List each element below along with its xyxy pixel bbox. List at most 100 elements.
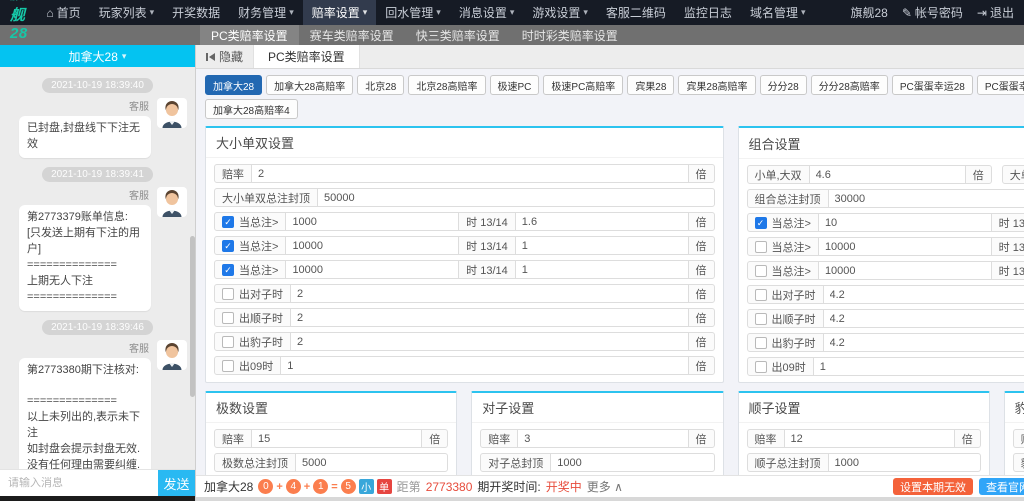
value-input[interactable] (817, 261, 992, 280)
checkbox[interactable] (222, 287, 234, 300)
value-input[interactable] (290, 308, 689, 327)
checkbox[interactable] (754, 240, 767, 253)
game-tab-7[interactable]: 宾果28高赔率 (678, 75, 756, 95)
nav-item-3[interactable]: 财务管理 ▾ (229, 0, 303, 25)
nav-item-5[interactable]: 回水管理 ▾ (376, 0, 450, 25)
value-input[interactable] (822, 285, 1024, 304)
subnav-item-0[interactable]: PC类赔率设置 (200, 25, 299, 45)
addon-label: 赔率 (746, 429, 785, 448)
checkbox[interactable] (754, 336, 767, 349)
checkbox[interactable] (222, 311, 234, 324)
odds-input[interactable] (514, 236, 689, 255)
unit-addon: 倍 (687, 236, 715, 255)
value-input[interactable] (317, 188, 715, 207)
odds-input[interactable] (514, 260, 689, 279)
checkbox[interactable] (754, 264, 767, 277)
value-input[interactable] (251, 429, 423, 448)
chat-room-selector[interactable]: 加拿大28 ▾ (0, 45, 195, 67)
input-group: 出09时倍 (746, 357, 1024, 376)
value-input[interactable] (817, 237, 992, 256)
chat-message-content: 客服 第2773380期下注核对: ============== 以上未列出的,表… (19, 340, 151, 469)
sidebar-scrollbar[interactable] (190, 67, 195, 469)
checkbox[interactable] (754, 312, 767, 325)
unit-addon: 倍 (687, 308, 715, 327)
draw-status-bar: 加拿大28 0 +4 +1 = 5 小单 距第 2773380 期开奖时间: 开奖中 更多… (196, 475, 1024, 497)
value-input[interactable] (827, 189, 1024, 208)
panel-dxds: 大小单双设置赔率倍大小单双总注封顶✓当总注>时 13/14倍✓当总注>时 13/… (205, 126, 724, 383)
game-tab-9[interactable]: 分分28高赔率 (810, 75, 888, 95)
game-tab-5[interactable]: 极速PC高赔率 (543, 75, 624, 95)
value-input[interactable] (295, 453, 449, 472)
nav-item-1[interactable]: 玩家列表 ▾ (90, 0, 164, 25)
checkbox[interactable]: ✓ (754, 216, 767, 229)
value-input[interactable] (285, 212, 460, 231)
status-button-0[interactable]: 设置本期无效 (893, 478, 973, 495)
game-tab-11[interactable]: PC蛋蛋幸运28高赔率 (976, 75, 1024, 95)
value-input[interactable] (808, 165, 966, 184)
game-tab-0[interactable]: 加拿大28 (205, 75, 263, 95)
nav-item-label: 回水管理 (385, 6, 434, 20)
game-tab-3[interactable]: 北京28高赔率 (408, 75, 486, 95)
value-input[interactable] (251, 164, 689, 183)
sender-label: 客服 (129, 190, 149, 202)
nav-item-7[interactable]: 游戏设置 ▾ (523, 0, 597, 25)
nav-item-10[interactable]: 域名管理 ▾ (741, 0, 815, 25)
value-input[interactable] (517, 429, 689, 448)
checkbox[interactable] (754, 288, 767, 301)
chevron-down-icon: ▾ (289, 7, 294, 17)
subnav-item-1[interactable]: 赛车类赔率设置 (299, 25, 405, 45)
chat-input[interactable] (0, 477, 158, 489)
value-input[interactable] (285, 260, 460, 279)
checkbox[interactable]: ✓ (222, 215, 234, 228)
value-input[interactable] (290, 332, 689, 351)
value-input[interactable] (827, 453, 981, 472)
value-input[interactable] (290, 284, 689, 303)
subnav-item-3[interactable]: 时时彩类赔率设置 (511, 25, 629, 45)
value-input[interactable] (550, 453, 715, 472)
value-input[interactable] (822, 309, 1024, 328)
checkbox[interactable]: ✓ (222, 239, 234, 252)
game-tab-4[interactable]: 极速PC (489, 75, 540, 95)
send-button[interactable]: 发送 (158, 470, 195, 496)
sidebar-scrollbar-thumb[interactable] (190, 235, 195, 397)
game-tab-1[interactable]: 加拿大28高赔率 (266, 75, 354, 95)
tab-pc-odds-settings[interactable]: PC类赔率设置 (253, 45, 360, 68)
checkbox[interactable] (222, 335, 234, 348)
setting-row: 出09时倍 (746, 357, 1024, 376)
person-icon (162, 342, 182, 370)
status-button-1[interactable]: 查看官网 (979, 478, 1024, 495)
checkbox[interactable]: ✓ (222, 263, 234, 276)
hide-label: 隐藏 (219, 50, 244, 64)
odds-input[interactable] (514, 212, 689, 231)
nav-item-6[interactable]: 消息设置 ▾ (450, 0, 524, 25)
game-tab-2[interactable]: 北京28 (357, 75, 405, 95)
input-group: 大小单双总注封顶 (214, 188, 715, 207)
value-input[interactable] (783, 429, 955, 448)
value-input[interactable] (817, 213, 992, 232)
nav-item-4[interactable]: 赔率设置 ▾ (302, 0, 377, 25)
value-input[interactable] (812, 357, 1024, 376)
more-toggle[interactable]: 更多 ∧ (587, 478, 623, 495)
setting-row: 赔率 倍 (480, 429, 715, 448)
value-input[interactable] (280, 356, 689, 375)
checkbox[interactable] (222, 359, 234, 372)
game-tab-6[interactable]: 宾果28 (627, 75, 675, 95)
logout-link[interactable]: ⇥ 退出 (977, 4, 1014, 21)
nav-item-2[interactable]: 开奖数据 (163, 0, 229, 25)
value-input[interactable] (822, 333, 1024, 352)
setting-row: 出对子时倍 (746, 285, 1024, 304)
chat-message-list[interactable]: 2021-10-19 18:39:40 客服 已封盘,封盘线下下注无效 2021-10… (0, 67, 195, 469)
hide-panel-button[interactable]: 隐藏 (196, 45, 253, 68)
input-group: 赔率 倍 (746, 429, 981, 448)
nav-item-8[interactable]: 客服二维码 (597, 0, 675, 25)
game-tab-8[interactable]: 分分28 (759, 75, 807, 95)
game-tab-10[interactable]: PC蛋蛋幸运28 (891, 75, 973, 95)
value-input[interactable] (285, 236, 460, 255)
game-tab-13[interactable]: 加拿大28高赔率4 (205, 99, 298, 119)
account-password-link[interactable]: ✎ 帐号密码 (902, 4, 963, 21)
checkbox[interactable] (754, 360, 767, 373)
subnav-item-2[interactable]: 快三类赔率设置 (405, 25, 511, 45)
sidebar-bottom-strip (0, 496, 195, 501)
nav-item-9[interactable]: 监控日志 (675, 0, 741, 25)
nav-item-0[interactable]: ⌂ 首页 (37, 0, 89, 25)
